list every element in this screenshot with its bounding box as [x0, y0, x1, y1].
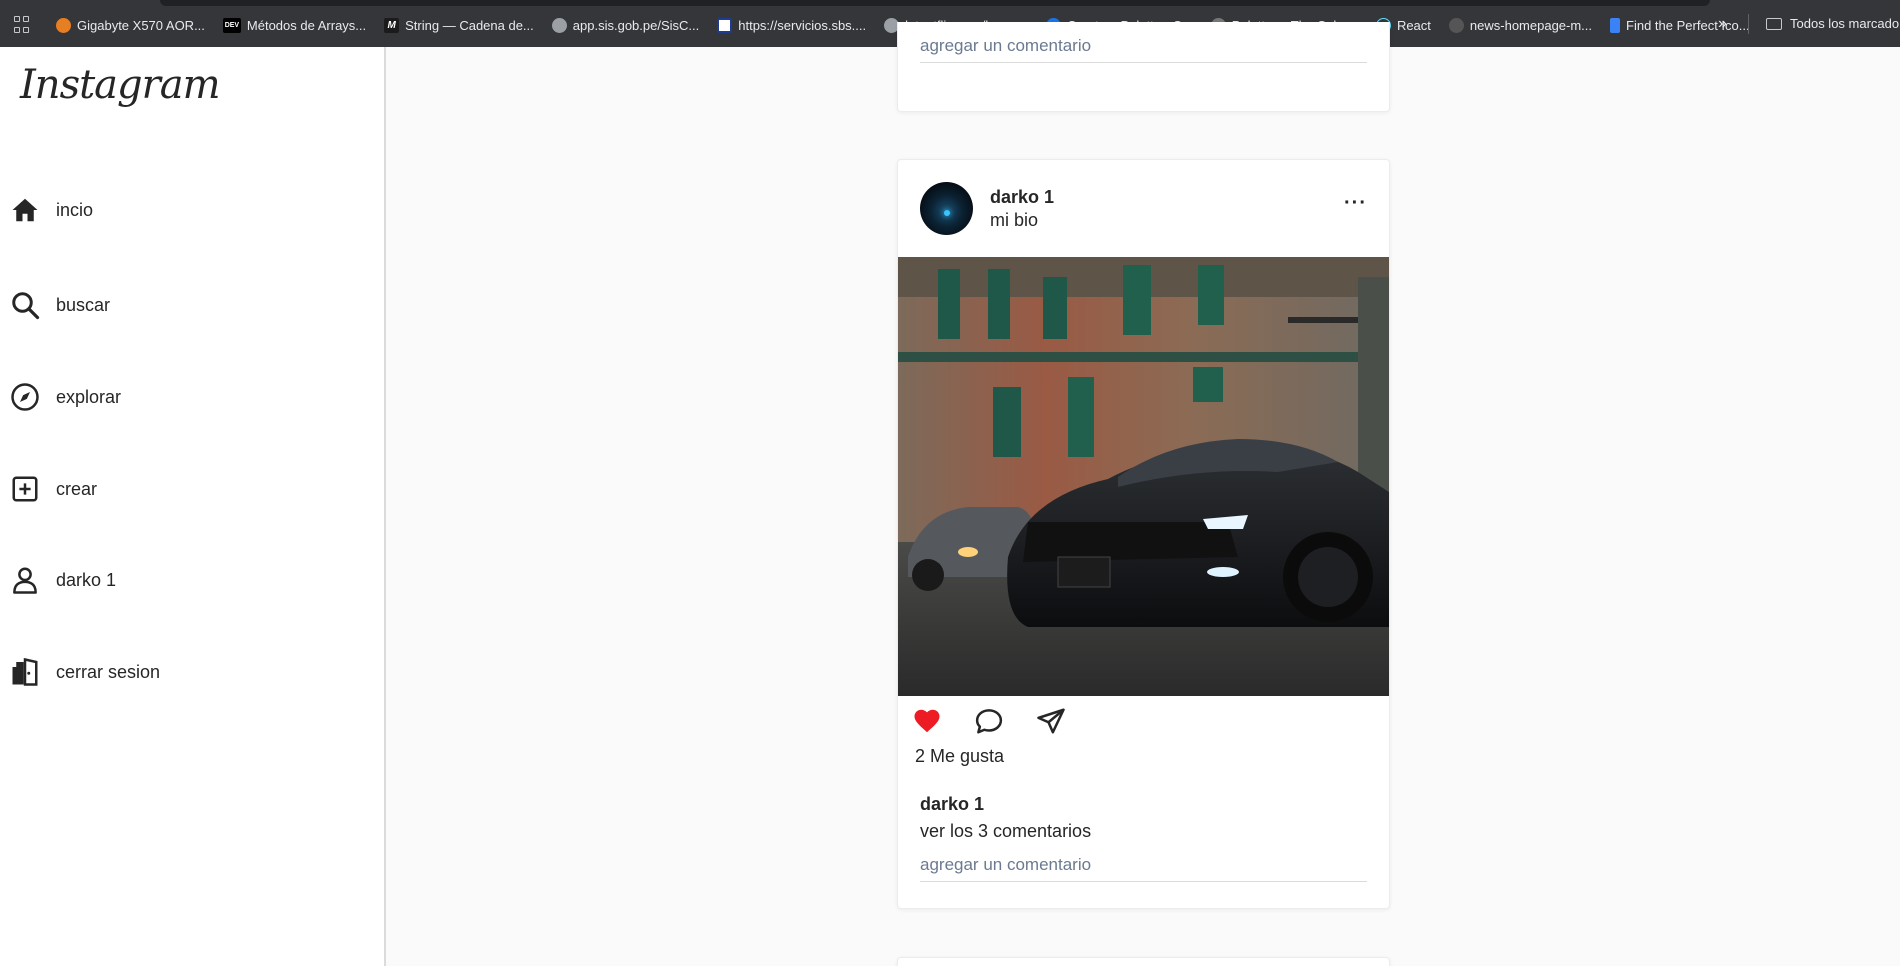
logout-door-icon: [12, 657, 38, 686]
comment-icon[interactable]: [974, 706, 1004, 736]
mdn-favicon-icon: M: [384, 18, 400, 33]
plus-square-icon: [12, 476, 38, 502]
bookmark-gigabyte[interactable]: Gigabyte X570 AOR...: [56, 18, 205, 33]
sbs-favicon-icon: [717, 18, 733, 33]
flag-favicon-icon: [1610, 18, 1621, 33]
previous-post-card: [897, 22, 1390, 112]
sidebar-item-label: crear: [56, 478, 98, 499]
bookmark-dev[interactable]: DEV Métodos de Arrays...: [222, 18, 367, 33]
user-icon: [13, 567, 37, 594]
post-bio: mi bio: [990, 210, 1039, 230]
post-actions: [912, 706, 1098, 736]
like-heart-icon[interactable]: [912, 706, 942, 736]
sidebar: Instagram incio buscar explorar crear da…: [0, 47, 386, 966]
bookmark-label: news-homepage-m...: [1469, 18, 1593, 33]
bookmark-label: String — Cadena de...: [405, 18, 534, 33]
home-icon: [12, 198, 38, 222]
post-image[interactable]: [898, 257, 1389, 696]
bookmark-label: https://servicios.sbs....: [738, 18, 867, 33]
gigabyte-favicon-icon: [56, 18, 71, 33]
bookmark-label: app.sis.gob.pe/SisC...: [572, 18, 700, 33]
github-favicon-icon: [1448, 18, 1464, 33]
folder-label: Todos los marcadores: [1790, 16, 1900, 31]
bookmark-label: Gigabyte X570 AOR...: [77, 18, 205, 33]
likes-count: 2 Me gusta: [915, 746, 1005, 766]
bookmark-sbs[interactable]: https://servicios.sbs....: [717, 18, 866, 33]
sidebar-item-label: incio: [56, 199, 94, 220]
bookmark-mdn[interactable]: M String — Cadena de...: [384, 18, 534, 33]
sidebar-item-incio[interactable]: incio: [10, 195, 93, 225]
comment-input[interactable]: [920, 855, 1367, 882]
folder-icon: [1766, 17, 1782, 30]
sidebar-item-label: explorar: [56, 386, 122, 407]
search-icon: [12, 292, 40, 320]
bookmark-label: React: [1396, 18, 1431, 33]
post-card: darko 1 mi bio ··· 2 Me gusta darko 1 ve…: [897, 159, 1390, 909]
sidebar-item-crear[interactable]: crear: [10, 474, 97, 504]
more-options-button[interactable]: ···: [1344, 192, 1367, 215]
car-photo: [898, 257, 1389, 696]
compass-icon: [11, 383, 39, 411]
sidebar-item-profile[interactable]: darko 1: [10, 565, 116, 595]
tab-strip-edge: [160, 0, 1710, 6]
caption-username[interactable]: darko 1: [920, 794, 984, 815]
post-header: darko 1 mi bio ···: [920, 182, 1367, 236]
all-bookmarks-folder[interactable]: Todos los marcadores: [1766, 16, 1900, 31]
instagram-logo[interactable]: Instagram: [20, 62, 221, 108]
dev-favicon-icon: DEV: [222, 18, 241, 33]
bookmark-label: Find the Perfect Ico...: [1626, 18, 1750, 33]
globe-favicon-icon: [551, 18, 567, 33]
bookmark-icons[interactable]: Find the Perfect Ico...: [1610, 18, 1750, 33]
bookmark-github[interactable]: news-homepage-m...: [1448, 18, 1593, 33]
sidebar-item-explorar[interactable]: explorar: [10, 382, 121, 412]
post-username[interactable]: darko 1: [990, 187, 1054, 208]
bookmark-sis[interactable]: app.sis.gob.pe/SisC...: [551, 18, 700, 33]
sidebar-item-label: buscar: [56, 294, 111, 315]
comment-input[interactable]: [920, 36, 1367, 63]
next-post-card: [897, 957, 1390, 966]
sidebar-item-cerrar-sesion[interactable]: cerrar sesion: [10, 657, 160, 687]
apps-grid-icon[interactable]: [14, 15, 34, 36]
sidebar-item-buscar[interactable]: buscar: [10, 290, 110, 320]
sidebar-item-label: cerrar sesion: [56, 661, 161, 682]
avatar[interactable]: [920, 182, 973, 235]
bookmarks-overflow-button[interactable]: »: [1718, 15, 1727, 33]
bookmarks-separator: [1748, 14, 1749, 34]
sidebar-item-label: darko 1: [56, 569, 117, 590]
bookmark-label: Métodos de Arrays...: [246, 18, 367, 33]
view-comments-link[interactable]: ver los 3 comentarios: [920, 821, 1091, 842]
share-send-icon[interactable]: [1036, 706, 1066, 736]
